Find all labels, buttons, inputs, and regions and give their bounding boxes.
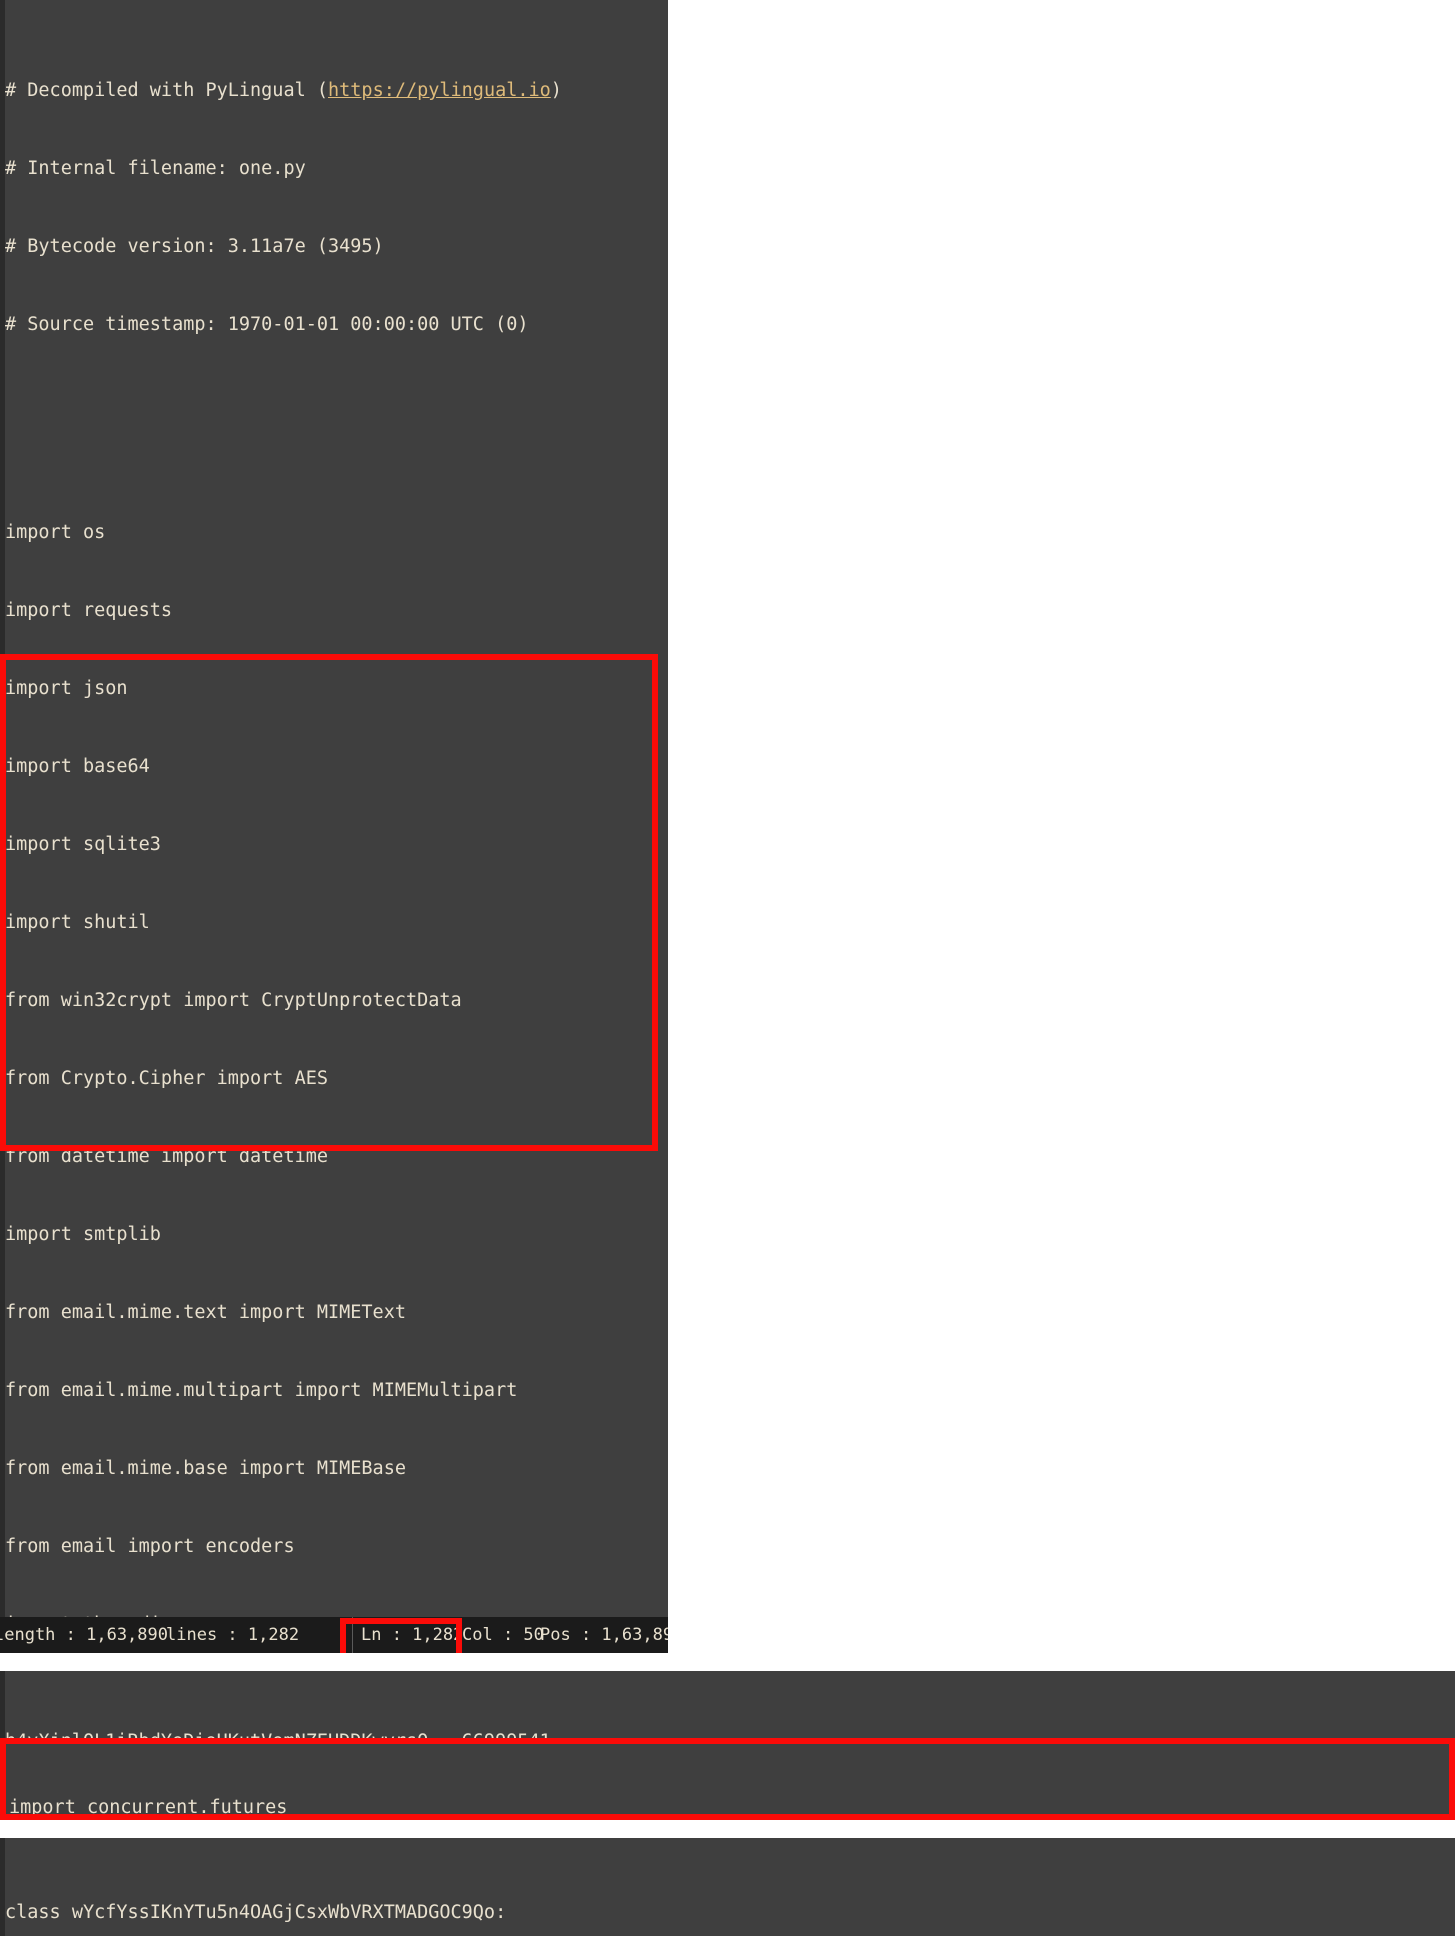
comment-text: # Decompiled with PyLingual ( — [5, 80, 329, 101]
snippet-a-text[interactable]: h4vXjnlQL1iRbdYoDioHKutVomNZEHDDKwyrsO =… — [5, 1677, 551, 1738]
code-snippet-panel-top[interactable]: h4vXjnlQL1iRbdYoDioHKutVomNZEHDDKwyrsO =… — [0, 1671, 1455, 1738]
code-line-import-13: from email import encoders — [5, 1536, 295, 1557]
snippet-gutter-b — [0, 1738, 5, 1820]
panel-separator-1 — [0, 1653, 1455, 1671]
code-line-import-3: import base64 — [5, 756, 150, 777]
code-text-area[interactable]: # Decompiled with PyLingual (https://pyl… — [5, 0, 668, 1617]
status-line-number: Ln : 1,282 — [352, 1617, 463, 1653]
code-line-header-3: # Bytecode version: 3.11a7e (3495) — [5, 236, 384, 257]
code-line-import-0: import os — [5, 522, 106, 543]
code-line-import-8: from datetime import datetime — [5, 1146, 329, 1167]
status-column-number: Col : 50 — [462, 1625, 544, 1645]
code-line-import-5: import shutil — [5, 912, 150, 933]
code-line-header-2: # Internal filename: one.py — [5, 158, 306, 179]
code-line-import-4: import sqlite3 — [5, 834, 161, 855]
comment-text-close: ) — [550, 80, 562, 101]
code-line-import-12: from email.mime.base import MIMEBase — [5, 1458, 406, 1479]
code-line-import-10: from email.mime.text import MIMEText — [5, 1302, 406, 1323]
page-background-right — [668, 0, 1455, 1671]
panel-separator-2 — [0, 1820, 1455, 1838]
snippet-a-line-1: h4vXjnlQL1iRbdYoDioHKutVomNZEHDDKwyrsO =… — [5, 1729, 551, 1738]
snippet-b-line-1: import concurrent.futures — [9, 1797, 288, 1818]
status-length: length : 1,63,890 — [0, 1625, 168, 1645]
code-line-import-1: import requests — [5, 600, 173, 621]
code-line-import-11: from email.mime.multipart import MIMEMul… — [5, 1380, 518, 1401]
code-editor-panel[interactable]: # Decompiled with PyLingual (https://pyl… — [0, 0, 668, 1617]
snippet-c-line-1-class: class wYcfYssIKnYTu5n4OAGjCsxWbVRXTMADGO… — [5, 1902, 507, 1923]
pylingual-url-link[interactable]: https://pylingual.io — [328, 80, 551, 101]
editor-status-bar: length : 1,63,890 lines : 1,282 Ln : 1,2… — [0, 1617, 668, 1653]
status-position: Pos : 1,63,891 — [540, 1625, 668, 1645]
code-line-import-6: from win32crypt import CryptUnprotectDat… — [5, 990, 462, 1011]
status-lines: lines : 1,282 — [166, 1625, 300, 1645]
snippet-c-text[interactable]: class wYcfYssIKnYTu5n4OAGjCsxWbVRXTMADGO… — [5, 1848, 595, 1936]
code-line-import-9: import smtplib — [5, 1224, 161, 1245]
code-line-header-4: # Source timestamp: 1970-01-01 00:00:00 … — [5, 314, 529, 335]
code-line-import-2: import json — [5, 678, 128, 699]
code-snippet-panel-payload[interactable]: import concurrent.futures b = b'CmNsYXNz… — [0, 1738, 1455, 1820]
code-snippet-panel-bottom[interactable]: class wYcfYssIKnYTu5n4OAGjCsxWbVRXTMADGO… — [0, 1838, 1455, 1936]
code-line-header-1: # Decompiled with PyLingual (https://pyl… — [5, 78, 668, 104]
code-line-import-7: from Crypto.Cipher import AES — [5, 1068, 329, 1089]
snippet-b-text[interactable]: import concurrent.futures b = b'CmNsYXNz… — [9, 1743, 1112, 1820]
